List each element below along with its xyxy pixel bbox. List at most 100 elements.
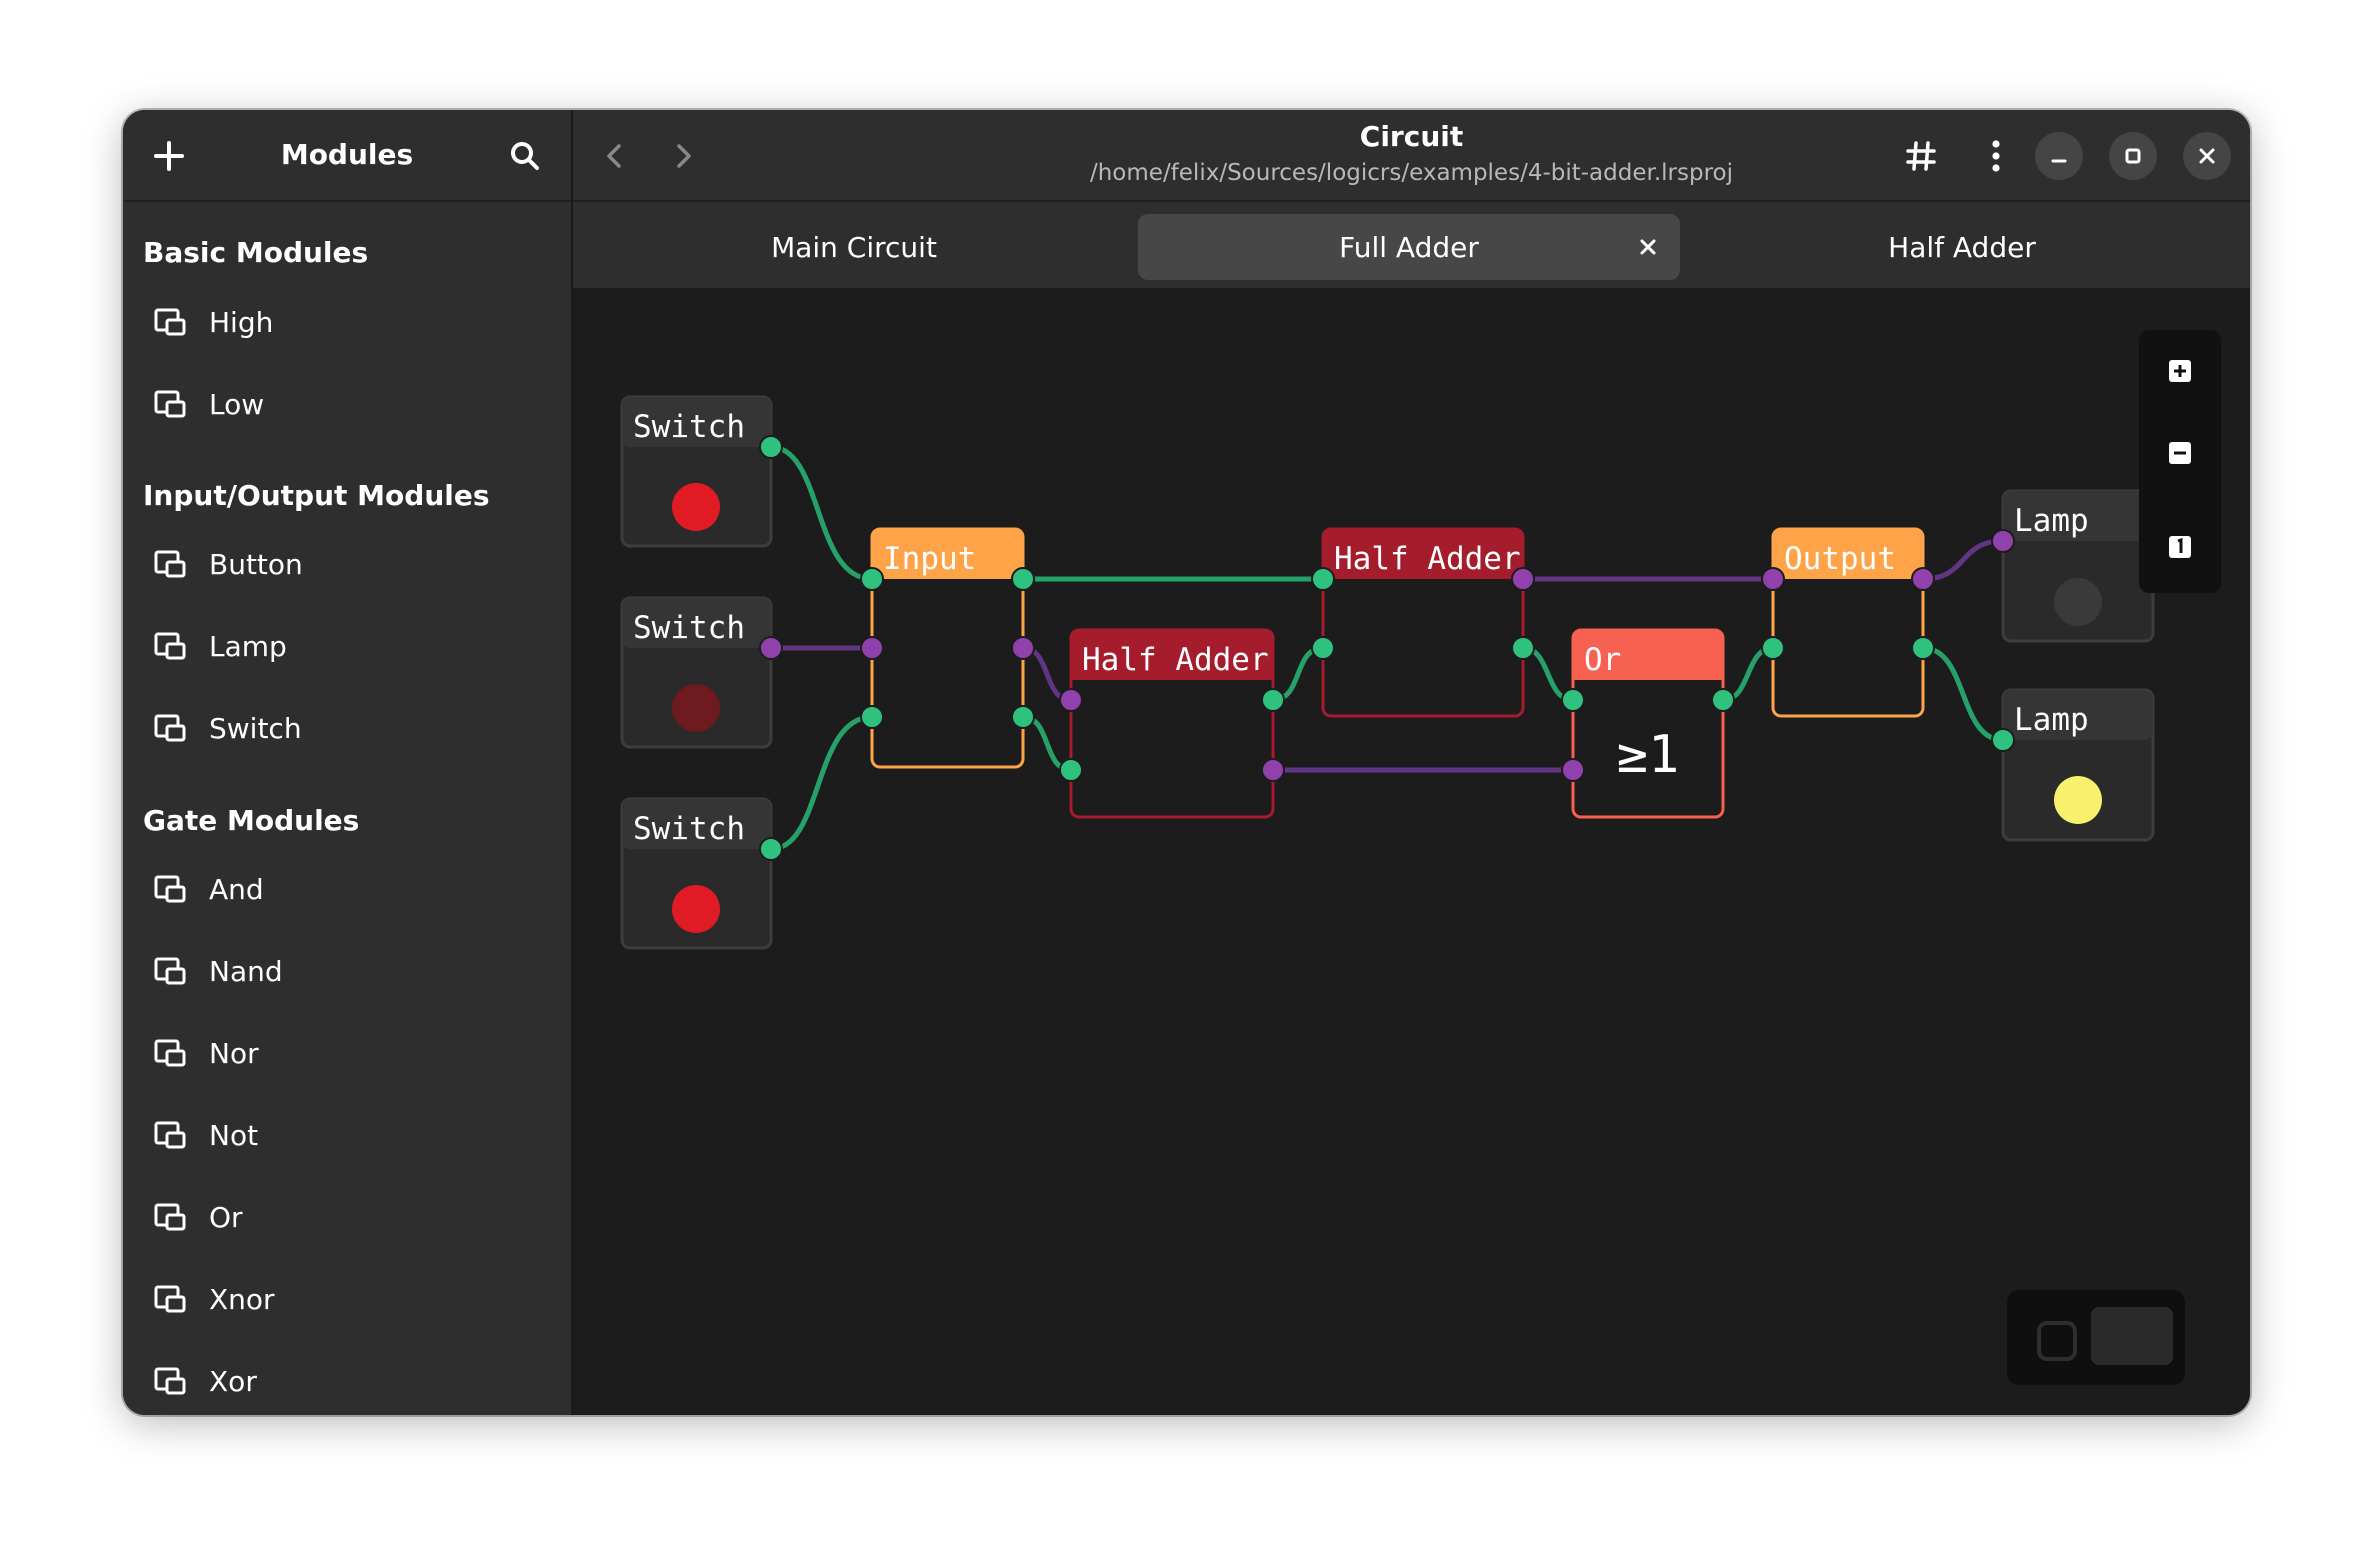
minimize-button[interactable]	[2035, 132, 2083, 180]
module-label: Low	[209, 387, 265, 421]
switch-block[interactable]: Switch	[620, 395, 773, 548]
connector[interactable]	[860, 567, 884, 591]
connector[interactable]	[1059, 688, 1083, 712]
connector[interactable]	[860, 636, 884, 660]
tab-full-adder[interactable]: Full Adder	[1138, 214, 1680, 280]
module-icon	[154, 308, 186, 336]
grid-toggle-button[interactable]	[1891, 126, 1951, 186]
grid-icon	[1906, 141, 1936, 171]
lamp-indicator-on	[2054, 776, 2102, 824]
search-button[interactable]	[495, 126, 555, 186]
block-title: Switch	[633, 610, 745, 646]
lamp-block[interactable]: Lamp	[2001, 489, 2155, 643]
module-label: Lamp	[209, 629, 287, 663]
module-item-nor[interactable]: Nor	[153, 1023, 553, 1083]
half-adder-block[interactable]: Half Adder	[1321, 527, 1525, 718]
module-icon	[154, 390, 186, 418]
output-block[interactable]: Output	[1771, 527, 1925, 718]
main-menu-button[interactable]	[1966, 126, 2026, 186]
connector[interactable]	[759, 435, 783, 459]
switch-block[interactable]: Switch	[620, 797, 773, 950]
block-title: Output	[1784, 541, 1896, 577]
input-block[interactable]: Input	[870, 527, 1025, 769]
connector[interactable]	[1011, 567, 1035, 591]
connector[interactable]	[1561, 688, 1585, 712]
connector[interactable]	[860, 705, 884, 729]
connector[interactable]	[1311, 636, 1335, 660]
module-item-or[interactable]: Or	[153, 1187, 553, 1247]
block-title: Or	[1584, 642, 1621, 678]
connector[interactable]	[1991, 728, 2015, 752]
connector[interactable]	[759, 837, 783, 861]
module-icon	[154, 714, 186, 742]
connector[interactable]	[1711, 688, 1735, 712]
search-icon	[511, 142, 539, 170]
module-item-button[interactable]: Button	[153, 534, 553, 594]
connector[interactable]	[1761, 567, 1785, 591]
connector[interactable]	[1911, 636, 1935, 660]
section-title-gates: Gate Modules	[143, 804, 360, 837]
switch-block[interactable]: Switch	[620, 596, 773, 749]
module-item-low[interactable]: Low	[153, 374, 553, 434]
minimap[interactable]	[2007, 1290, 2185, 1385]
connector[interactable]	[1511, 567, 1535, 591]
block-title: Lamp	[2014, 702, 2089, 738]
module-icon	[154, 1203, 186, 1231]
connector[interactable]	[1311, 567, 1335, 591]
switch-indicator-off[interactable]	[672, 684, 720, 732]
tab-main-circuit[interactable]: Main Circuit	[583, 214, 1125, 280]
tab-half-adder[interactable]: Half Adder	[1691, 214, 2233, 280]
lamp-block[interactable]: Lamp	[2001, 688, 2155, 842]
connector[interactable]	[1911, 567, 1935, 591]
close-icon	[2199, 148, 2215, 164]
module-label: High	[209, 305, 274, 339]
connector[interactable]	[1991, 529, 2015, 553]
module-label: Nor	[209, 1036, 259, 1070]
header-bar: Circuit /home/felix/Sources/logicrs/exam…	[573, 110, 2250, 202]
module-icon	[154, 550, 186, 578]
circuit-diagram[interactable]: Switch Switch Switch Input Half Adder Ha…	[573, 290, 2250, 1415]
module-item-lamp[interactable]: Lamp	[153, 616, 553, 676]
close-window-button[interactable]	[2183, 132, 2231, 180]
switch-indicator-on[interactable]	[672, 483, 720, 531]
or-gate-block[interactable]: Or ≥1	[1571, 628, 1725, 819]
module-label: Or	[209, 1200, 243, 1234]
module-item-high[interactable]: High	[153, 292, 553, 352]
tab-close-button[interactable]	[1634, 233, 1662, 261]
module-item-nand[interactable]: Nand	[153, 941, 553, 1001]
connector[interactable]	[1511, 636, 1535, 660]
module-item-xor[interactable]: Xor	[153, 1351, 553, 1411]
circuit-canvas[interactable]: Switch Switch Switch Input Half Adder Ha…	[573, 290, 2250, 1415]
connector[interactable]	[759, 636, 783, 660]
section-title-io: Input/Output Modules	[143, 479, 490, 512]
wire[interactable]	[768, 714, 875, 852]
connector[interactable]	[1059, 758, 1083, 782]
block-title: Switch	[633, 409, 745, 445]
maximize-button[interactable]	[2109, 132, 2157, 180]
block-title: Half Adder	[1334, 541, 1521, 577]
module-item-not[interactable]: Not	[153, 1105, 553, 1165]
wire[interactable]	[1920, 538, 2006, 582]
module-icon	[154, 632, 186, 660]
minimize-icon	[2051, 159, 2067, 163]
zoom-in-button[interactable]	[2169, 360, 2191, 382]
connector[interactable]	[1561, 758, 1585, 782]
connector[interactable]	[1261, 688, 1285, 712]
switch-indicator-on[interactable]	[672, 885, 720, 933]
module-item-and[interactable]: And	[153, 859, 553, 919]
module-item-switch[interactable]: Switch	[153, 698, 553, 758]
connector[interactable]	[1011, 636, 1035, 660]
module-icon	[154, 957, 186, 985]
wire[interactable]	[1920, 645, 2006, 743]
zoom-out-button[interactable]	[2169, 442, 2191, 464]
module-item-xnor[interactable]: Xnor	[153, 1269, 553, 1329]
zoom-reset-button[interactable]	[2169, 536, 2191, 558]
minimap-preview	[2091, 1307, 2173, 1365]
close-icon	[1640, 239, 1656, 255]
connector[interactable]	[1761, 636, 1785, 660]
connector[interactable]	[1261, 758, 1285, 782]
connector[interactable]	[1011, 705, 1035, 729]
module-label: Switch	[209, 711, 302, 745]
half-adder-block[interactable]: Half Adder	[1069, 628, 1275, 819]
wire[interactable]	[768, 444, 875, 582]
